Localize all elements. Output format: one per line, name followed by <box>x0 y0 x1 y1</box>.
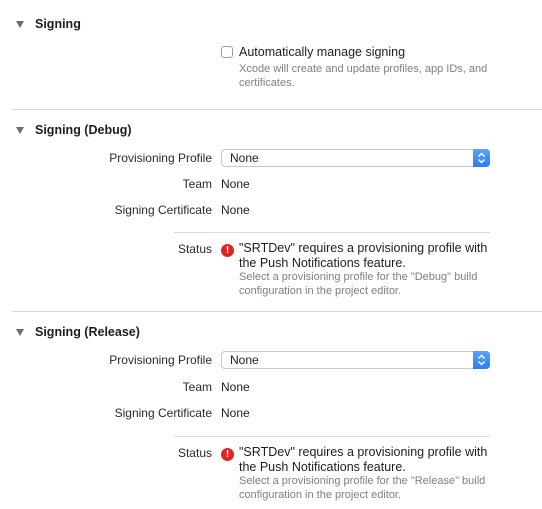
chevron-updown-icon <box>477 354 486 366</box>
section-divider <box>12 311 542 312</box>
status-label: Status <box>177 446 212 460</box>
auto-manage-signing-help: Xcode will create and update profiles, a… <box>239 63 488 89</box>
auto-manage-signing-label[interactable]: Automatically manage signing <box>239 45 405 59</box>
section-title: Signing (Release) <box>35 325 140 339</box>
signing-certificate-label: Signing Certificate <box>114 203 212 217</box>
provisioning-profile-popup[interactable]: None <box>221 351 490 369</box>
disclosure-triangle-icon[interactable] <box>16 328 24 336</box>
section-title: Signing (Debug) <box>35 123 132 137</box>
section-title: Signing <box>35 17 81 31</box>
signing-header[interactable]: Signing <box>16 17 81 31</box>
signing-certificate-value: None <box>221 203 250 217</box>
team-label: Team <box>182 380 212 394</box>
status-divider <box>174 436 490 437</box>
provisioning-profile-label: Provisioning Profile <box>109 353 212 367</box>
status-label: Status <box>177 242 212 256</box>
disclosure-triangle-icon[interactable] <box>16 20 24 28</box>
provisioning-profile-value: None <box>230 151 259 165</box>
team-label: Team <box>182 177 212 191</box>
disclosure-triangle-icon[interactable] <box>16 126 24 134</box>
auto-manage-signing-checkbox[interactable] <box>221 46 233 58</box>
team-value: None <box>221 177 250 191</box>
provisioning-profile-label: Provisioning Profile <box>109 151 212 165</box>
section-divider <box>12 109 542 110</box>
signing-certificate-value: None <box>221 406 250 420</box>
signing-debug-header[interactable]: Signing (Debug) <box>16 123 132 137</box>
signing-release-header[interactable]: Signing (Release) <box>16 325 140 339</box>
status-message: "SRTDev" requires a provisioning profile… <box>239 445 488 474</box>
provisioning-profile-value: None <box>230 353 259 367</box>
signing-certificate-label: Signing Certificate <box>114 406 212 420</box>
popup-stepper-icon[interactable] <box>473 149 490 167</box>
status-message: "SRTDev" requires a provisioning profile… <box>239 241 488 270</box>
error-icon: ! <box>221 448 234 461</box>
status-divider <box>174 232 490 233</box>
popup-stepper-icon[interactable] <box>473 351 490 369</box>
team-value: None <box>221 380 250 394</box>
status-help: Select a provisioning profile for the "R… <box>239 475 486 501</box>
provisioning-profile-popup[interactable]: None <box>221 149 490 167</box>
error-icon: ! <box>221 244 234 257</box>
status-help: Select a provisioning profile for the "D… <box>239 271 478 297</box>
chevron-updown-icon <box>477 152 486 164</box>
